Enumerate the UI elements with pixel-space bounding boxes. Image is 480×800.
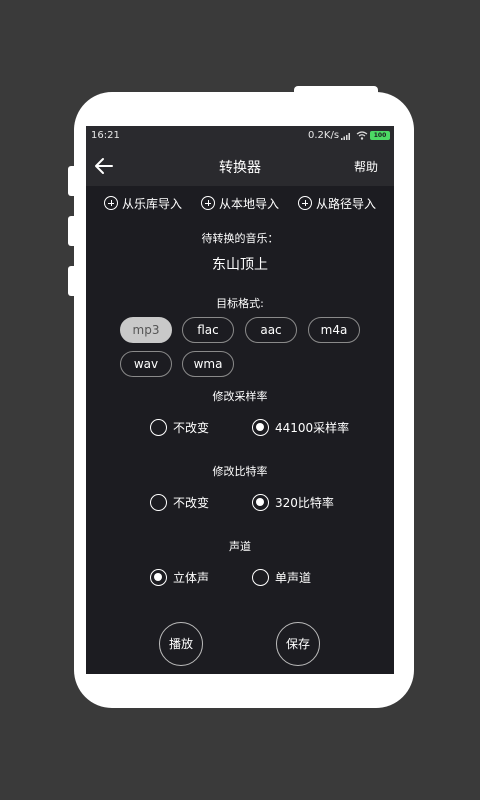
import-from-library-button[interactable]: 从乐库导入 (104, 194, 182, 212)
bit-rate-unchanged-radio[interactable]: 不改变 (150, 492, 209, 512)
radio-selected-icon (150, 568, 167, 586)
plus-circle-icon (104, 196, 118, 210)
format-chip-flac[interactable]: flac (182, 317, 234, 343)
import-label: 从路径导入 (316, 196, 377, 211)
app-bar: 转换器 帮助 (86, 146, 394, 186)
format-chip-m4a[interactable]: m4a (308, 317, 360, 343)
import-from-path-button[interactable]: 从路径导入 (298, 194, 376, 212)
app-screen: 16:21 0.2K/s 100 转换器 帮助 从乐库导入 从本地导入 从路径导… (86, 126, 394, 674)
page-title: 转换器 (219, 160, 261, 176)
radio-label: 单声道 (275, 570, 312, 585)
plus-circle-icon (201, 196, 215, 210)
format-chip-wma[interactable]: wma (182, 351, 234, 377)
save-button[interactable]: 保存 (276, 622, 320, 666)
plus-circle-icon (298, 196, 312, 210)
format-chip-wav[interactable]: wav (120, 351, 172, 377)
sample-rate-label: 修改采样率 (212, 390, 268, 403)
bit-rate-label: 修改比特率 (212, 465, 268, 478)
import-from-local-button[interactable]: 从本地导入 (201, 194, 279, 212)
radio-icon (252, 568, 269, 586)
format-label: 目标格式: (216, 297, 264, 310)
battery-icon: 100 (370, 131, 390, 140)
format-chip-mp3[interactable]: mp3 (120, 317, 172, 343)
radio-label: 320比特率 (275, 495, 334, 510)
radio-label: 不改变 (173, 420, 210, 435)
radio-icon (150, 418, 167, 436)
radio-label: 不改变 (173, 495, 210, 510)
radio-selected-icon (252, 493, 269, 511)
channel-mono-radio[interactable]: 单声道 (252, 567, 311, 587)
radio-label: 立体声 (173, 570, 210, 585)
status-bar: 16:21 0.2K/s 100 (86, 126, 394, 146)
network-speed: 0.2K/s (308, 130, 340, 141)
import-label: 从乐库导入 (122, 196, 183, 211)
song-name: 东山顶上 (212, 257, 268, 273)
bit-rate-320-radio[interactable]: 320比特率 (252, 492, 334, 512)
sample-rate-44100-radio[interactable]: 44100采样率 (252, 417, 349, 437)
radio-selected-icon (252, 418, 269, 436)
play-button[interactable]: 播放 (159, 622, 203, 666)
channel-label: 声道 (229, 540, 251, 553)
signal-icon (341, 133, 350, 140)
status-time: 16:21 (91, 130, 120, 141)
help-button[interactable]: 帮助 (354, 158, 378, 175)
radio-icon (150, 493, 167, 511)
format-chip-aac[interactable]: aac (245, 317, 297, 343)
source-label: 待转换的音乐： (201, 232, 279, 245)
import-label: 从本地导入 (219, 196, 280, 211)
sample-rate-unchanged-radio[interactable]: 不改变 (150, 417, 209, 437)
channel-stereo-radio[interactable]: 立体声 (150, 567, 209, 587)
radio-label: 44100采样率 (275, 420, 350, 435)
wifi-icon (356, 131, 368, 140)
